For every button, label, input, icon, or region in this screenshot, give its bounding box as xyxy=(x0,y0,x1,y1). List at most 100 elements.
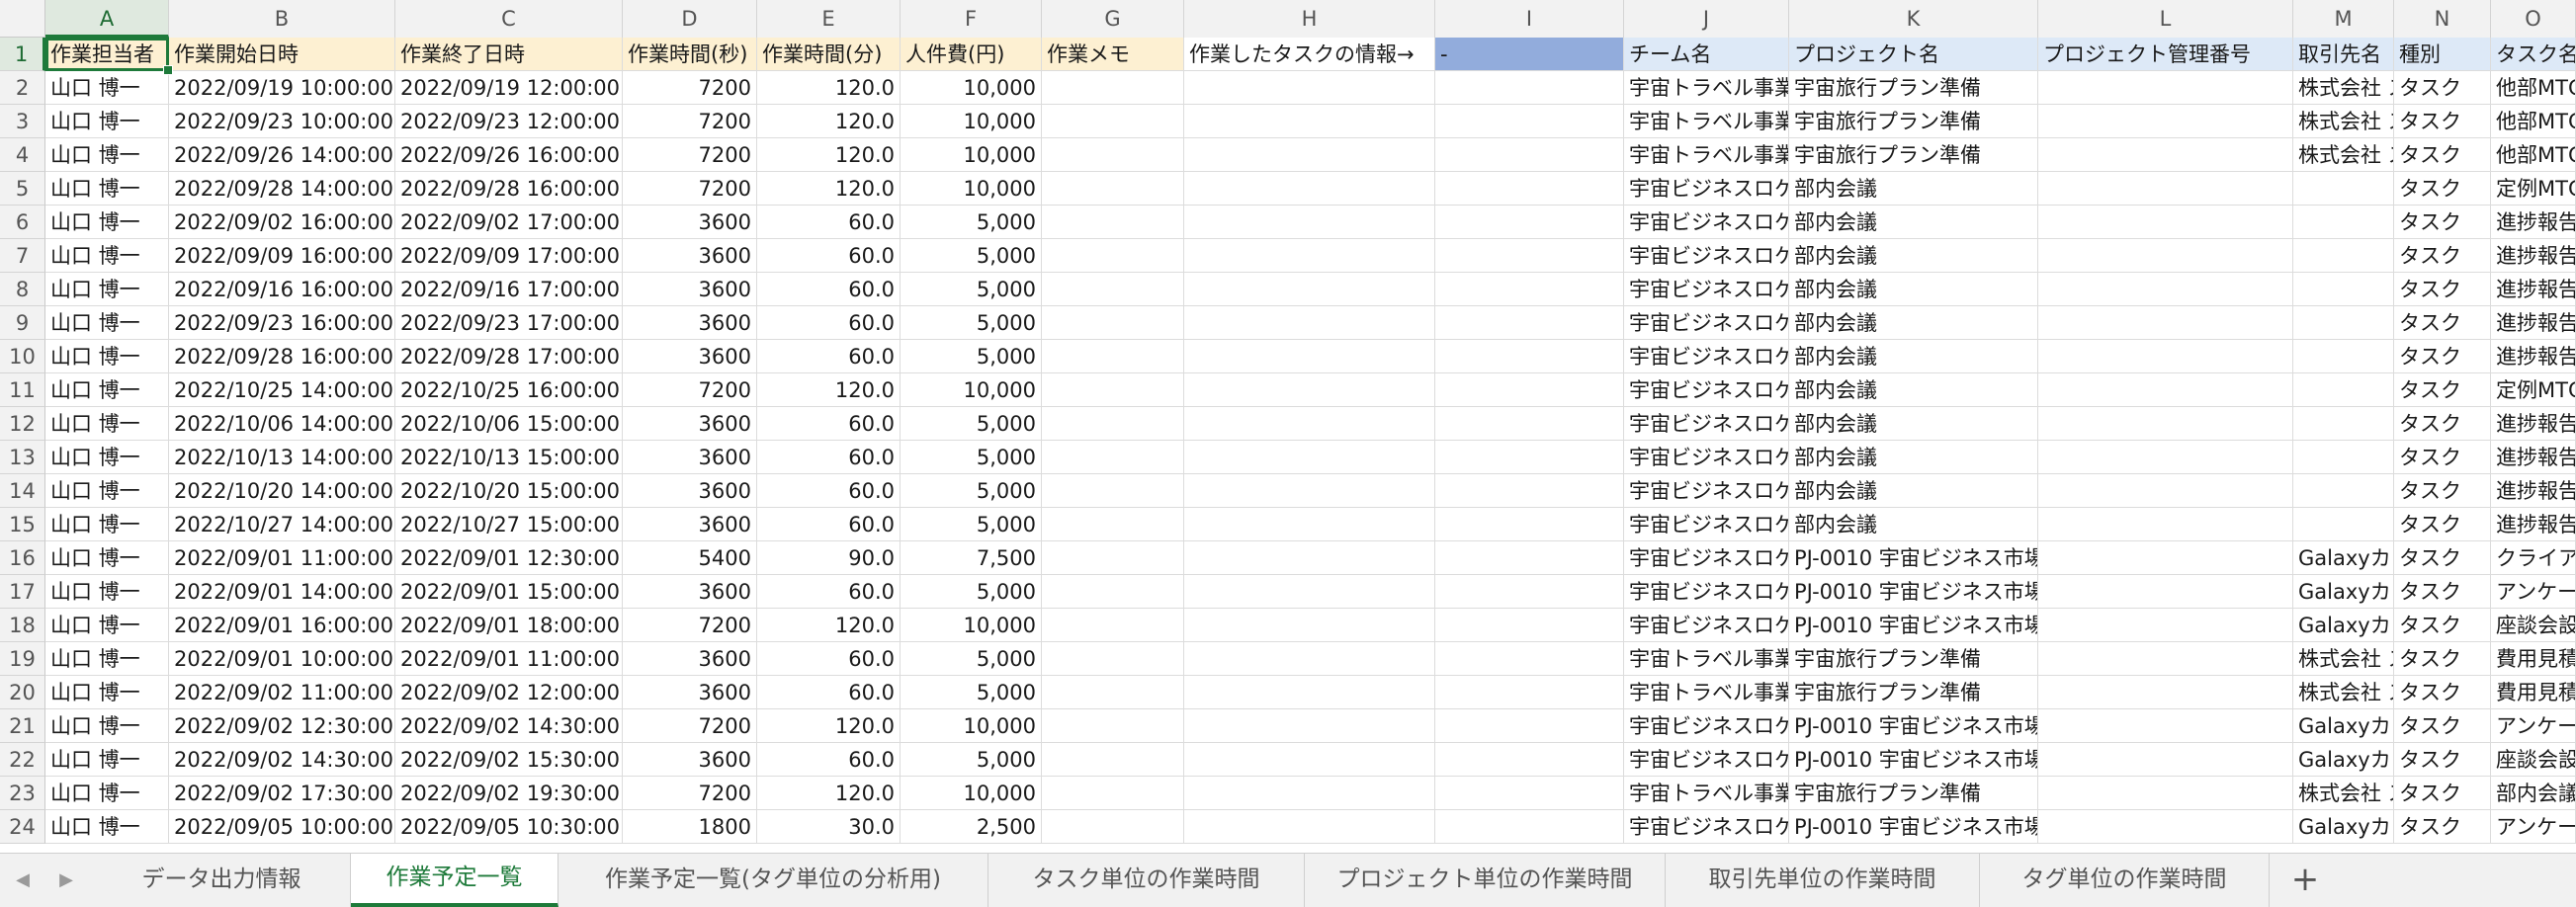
cell-d15[interactable]: 3600 xyxy=(623,508,757,541)
cell-n11[interactable]: タスク xyxy=(2394,373,2491,407)
cell-d8[interactable]: 3600 xyxy=(623,273,757,306)
cell-f12[interactable]: 5,000 xyxy=(901,407,1042,441)
cell-o5[interactable]: 定例MTG xyxy=(2491,172,2576,206)
cell-o16[interactable]: クライアント xyxy=(2491,541,2576,575)
spreadsheet-grid[interactable]: ABCDEFGHIJKLMNO 1 作業担当者 作業開始日時 作業終了日時 作業時間(秒… xyxy=(0,0,2576,853)
cell-l22[interactable] xyxy=(2038,743,2293,777)
cell-n14[interactable]: タスク xyxy=(2394,474,2491,508)
cell-b12[interactable]: 2022/10/06 14:00:00 xyxy=(169,407,395,441)
cell-j18[interactable]: 宇宙ビジネスロケット xyxy=(1624,609,1789,642)
cell-j13[interactable]: 宇宙ビジネスロケット xyxy=(1624,441,1789,474)
column-header-b[interactable]: B xyxy=(169,0,395,38)
header-cell-a[interactable]: 作業担当者 xyxy=(45,38,169,71)
cell-f22[interactable]: 5,000 xyxy=(901,743,1042,777)
cell-d13[interactable]: 3600 xyxy=(623,441,757,474)
cell-h2[interactable] xyxy=(1184,71,1435,105)
cell-b13[interactable]: 2022/10/13 14:00:00 xyxy=(169,441,395,474)
cell-k15[interactable]: 部内会議 xyxy=(1789,508,2038,541)
cell-n21[interactable]: タスク xyxy=(2394,709,2491,743)
column-header-l[interactable]: L xyxy=(2038,0,2293,38)
cell-f7[interactable]: 5,000 xyxy=(901,239,1042,273)
cell-l17[interactable] xyxy=(2038,575,2293,609)
cell-b22[interactable]: 2022/09/02 14:30:00 xyxy=(169,743,395,777)
next-sheet-icon[interactable]: ▶ xyxy=(49,854,83,907)
cell-j11[interactable]: 宇宙ビジネスロケット xyxy=(1624,373,1789,407)
cell-o20[interactable]: 費用見積 xyxy=(2491,676,2576,709)
cell-n9[interactable]: タスク xyxy=(2394,306,2491,340)
cell-a9[interactable]: 山口 博一 xyxy=(45,306,169,340)
cell-l14[interactable] xyxy=(2038,474,2293,508)
header-cell-k[interactable]: プロジェクト名 xyxy=(1789,38,2038,71)
column-header-m[interactable]: M xyxy=(2293,0,2394,38)
cell-g8[interactable] xyxy=(1042,273,1184,306)
cell-d6[interactable]: 3600 xyxy=(623,206,757,239)
cell-d16[interactable]: 5400 xyxy=(623,541,757,575)
cell-i12[interactable] xyxy=(1435,407,1624,441)
cell-f9[interactable]: 5,000 xyxy=(901,306,1042,340)
header-cell-m[interactable]: 取引先名 xyxy=(2293,38,2394,71)
cell-m7[interactable] xyxy=(2293,239,2394,273)
cell-b3[interactable]: 2022/09/23 10:00:00 xyxy=(169,105,395,138)
cell-n5[interactable]: タスク xyxy=(2394,172,2491,206)
cell-f10[interactable]: 5,000 xyxy=(901,340,1042,373)
cell-n10[interactable]: タスク xyxy=(2394,340,2491,373)
sheet-tab-5[interactable]: プロジェクト単位の作業時間 xyxy=(1305,854,1666,907)
cell-g14[interactable] xyxy=(1042,474,1184,508)
cell-m6[interactable] xyxy=(2293,206,2394,239)
cell-d3[interactable]: 7200 xyxy=(623,105,757,138)
column-header-c[interactable]: C xyxy=(395,0,623,38)
cell-n18[interactable]: タスク xyxy=(2394,609,2491,642)
cell-e8[interactable]: 60.0 xyxy=(757,273,901,306)
cell-i11[interactable] xyxy=(1435,373,1624,407)
cell-h12[interactable] xyxy=(1184,407,1435,441)
cell-b20[interactable]: 2022/09/02 11:00:00 xyxy=(169,676,395,709)
row-header-7[interactable]: 7 xyxy=(0,239,45,273)
cell-d19[interactable]: 3600 xyxy=(623,642,757,676)
cell-k2[interactable]: 宇宙旅行プラン準備 xyxy=(1789,71,2038,105)
cell-d14[interactable]: 3600 xyxy=(623,474,757,508)
cell-m13[interactable] xyxy=(2293,441,2394,474)
cell-a3[interactable]: 山口 博一 xyxy=(45,105,169,138)
cell-c11[interactable]: 2022/10/25 16:00:00 xyxy=(395,373,623,407)
cell-d12[interactable]: 3600 xyxy=(623,407,757,441)
column-header-d[interactable]: D xyxy=(623,0,757,38)
cell-i2[interactable] xyxy=(1435,71,1624,105)
cell-e13[interactable]: 60.0 xyxy=(757,441,901,474)
cell-e11[interactable]: 120.0 xyxy=(757,373,901,407)
cell-d24[interactable]: 1800 xyxy=(623,810,757,844)
cell-h7[interactable] xyxy=(1184,239,1435,273)
cell-m15[interactable] xyxy=(2293,508,2394,541)
cell-g3[interactable] xyxy=(1042,105,1184,138)
cell-e19[interactable]: 60.0 xyxy=(757,642,901,676)
cell-j15[interactable]: 宇宙ビジネスロケット xyxy=(1624,508,1789,541)
cell-b9[interactable]: 2022/09/23 16:00:00 xyxy=(169,306,395,340)
header-cell-f[interactable]: 人件費(円) xyxy=(901,38,1042,71)
cell-k17[interactable]: PJ-0010 宇宙ビジネス市場調査 xyxy=(1789,575,2038,609)
cell-i6[interactable] xyxy=(1435,206,1624,239)
cell-f24[interactable]: 2,500 xyxy=(901,810,1042,844)
cell-h18[interactable] xyxy=(1184,609,1435,642)
cell-m19[interactable]: 株式会社 スペース xyxy=(2293,642,2394,676)
cell-h16[interactable] xyxy=(1184,541,1435,575)
cell-a18[interactable]: 山口 博一 xyxy=(45,609,169,642)
cell-i20[interactable] xyxy=(1435,676,1624,709)
cell-e24[interactable]: 30.0 xyxy=(757,810,901,844)
row-header-17[interactable]: 17 xyxy=(0,575,45,609)
cell-c14[interactable]: 2022/10/20 15:00:00 xyxy=(395,474,623,508)
header-cell-i[interactable]: - xyxy=(1435,38,1624,71)
cell-e3[interactable]: 120.0 xyxy=(757,105,901,138)
cell-c24[interactable]: 2022/09/05 10:30:00 xyxy=(395,810,623,844)
cell-h23[interactable] xyxy=(1184,777,1435,810)
row-header-18[interactable]: 18 xyxy=(0,609,45,642)
row-header-15[interactable]: 15 xyxy=(0,508,45,541)
cell-f13[interactable]: 5,000 xyxy=(901,441,1042,474)
cell-i10[interactable] xyxy=(1435,340,1624,373)
header-cell-n[interactable]: 種別 xyxy=(2394,38,2491,71)
cell-g7[interactable] xyxy=(1042,239,1184,273)
cell-j6[interactable]: 宇宙ビジネスロケット xyxy=(1624,206,1789,239)
cell-l6[interactable] xyxy=(2038,206,2293,239)
cell-l5[interactable] xyxy=(2038,172,2293,206)
cell-a12[interactable]: 山口 博一 xyxy=(45,407,169,441)
row-header-3[interactable]: 3 xyxy=(0,105,45,138)
row-header-9[interactable]: 9 xyxy=(0,306,45,340)
